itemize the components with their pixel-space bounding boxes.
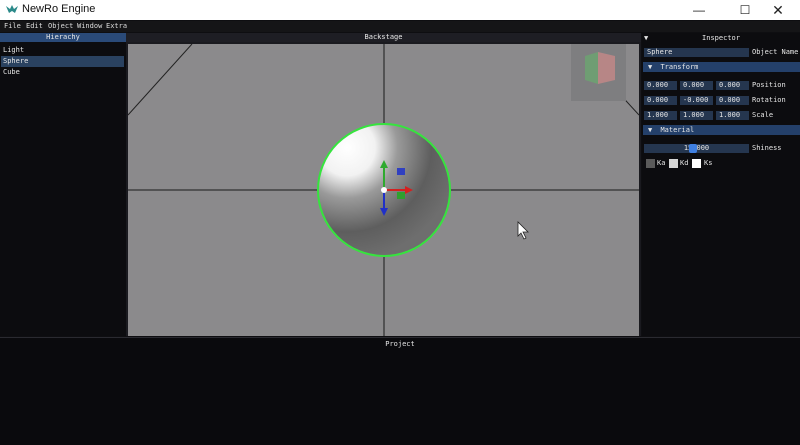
menu-object[interactable]: Object [48,22,73,30]
window-title: NewRo Engine [22,3,96,15]
position-x-field[interactable]: 0.000 [644,81,677,90]
menu-window[interactable]: Window [77,22,102,30]
gizmo-plane-handle-blue[interactable] [397,168,405,175]
inspector-header: ▼ Inspector [642,33,800,43]
hierarchy-item-sphere[interactable]: Sphere [1,56,124,67]
material-title: Material [660,126,695,134]
project-panel: Project [0,337,800,445]
transform-section-header[interactable]: ▼ Transform [643,62,800,72]
view-cube-face-green[interactable] [585,52,598,84]
kd-label: Kd [680,159,689,167]
ka-label: Ka [657,159,666,167]
ks-color-swatch[interactable] [692,159,701,168]
shiness-slider-grab[interactable] [689,144,697,153]
rotation-label: Rotation [752,96,786,104]
backstage-title: Backstage [126,33,641,42]
object-name-field[interactable]: Sphere [644,48,749,57]
room-edge [128,44,193,116]
object-name-label: Object Name [752,48,799,56]
hierarchy-item-light[interactable]: Light [1,45,124,56]
project-title: Project [385,340,415,348]
ka-color-swatch[interactable] [646,159,655,168]
scene-canvas[interactable] [128,44,639,336]
scale-x-field[interactable]: 1.000 [644,111,677,120]
rotation-z-field[interactable]: 0.000 [716,96,749,105]
inspector-title: Inspector [702,34,740,42]
mouse-cursor-icon [517,221,529,240]
gizmo-center[interactable] [381,187,387,193]
scale-label: Scale [752,111,774,119]
close-button[interactable]: ✕ [755,0,800,20]
transform-title: Transform [660,63,699,71]
position-label: Position [752,81,786,89]
scale-y-field[interactable]: 1.000 [680,111,713,120]
position-y-field[interactable]: 0.000 [680,81,713,90]
hierarchy-item-cube[interactable]: Cube [1,67,124,78]
title-bar: NewRo Engine — ☐ ✕ [0,0,800,20]
menu-bar: File Edit Object Window Extra [0,21,800,32]
rotation-x-field[interactable]: 0.000 [644,96,677,105]
material-collapse-icon: ▼ [648,126,653,134]
transform-collapse-icon: ▼ [648,63,653,71]
ks-label: Ks [704,159,713,167]
hierarchy-title: Hierachy [0,33,126,42]
menu-extra[interactable]: Extra [106,22,127,30]
position-z-field[interactable]: 0.000 [716,81,749,90]
gizmo-plane-handle-green[interactable] [397,192,405,199]
hierarchy-panel: Hierachy Light Sphere Cube [0,33,126,336]
kd-color-swatch[interactable] [669,159,678,168]
material-section-header[interactable]: ▼ Material [643,125,800,135]
menu-file[interactable]: File [4,22,21,30]
minimize-button[interactable]: — [676,0,722,20]
scene-viewport[interactable] [128,44,639,336]
shiness-label: Shiness [752,144,782,152]
collapse-triangle-icon[interactable]: ▼ [644,33,648,43]
scale-z-field[interactable]: 1.000 [716,111,749,120]
view-cube-face-red[interactable] [598,52,615,84]
menu-edit[interactable]: Edit [26,22,43,30]
inspector-panel: ▼ Inspector Sphere Object Name ▼ Transfo… [642,33,800,336]
app-logo-icon [6,5,18,13]
rotation-y-field[interactable]: -0.000 [680,96,713,105]
